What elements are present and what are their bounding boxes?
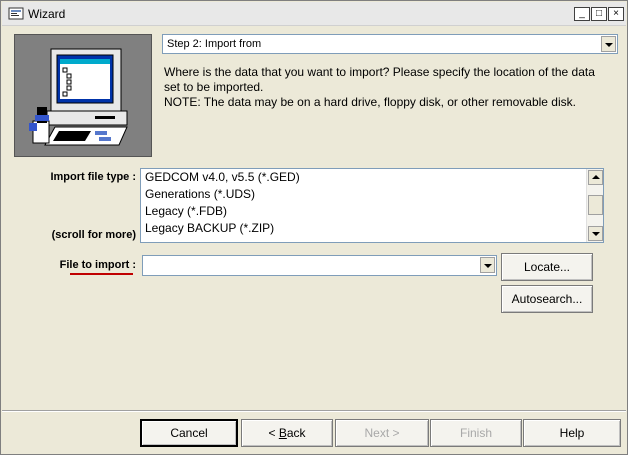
computer-illustration-icon xyxy=(29,48,128,146)
title-bar[interactable]: Wizard _ □ × xyxy=(2,2,626,26)
window-title: Wizard xyxy=(28,7,66,21)
close-icon: × xyxy=(613,8,619,19)
instructions: Where is the data that you want to impor… xyxy=(164,65,614,110)
footer-divider xyxy=(2,410,626,412)
instructions-text: Where is the data that you want to impor… xyxy=(164,65,595,94)
scroll-down-icon[interactable] xyxy=(588,226,603,241)
step-dropdown-value: Step 2: Import from xyxy=(167,38,262,50)
help-button[interactable]: Help xyxy=(523,419,621,447)
minimize-icon: _ xyxy=(579,8,585,19)
back-rest: ack xyxy=(286,426,306,440)
cancel-button[interactable]: Cancel xyxy=(140,419,238,447)
autosearch-button[interactable]: Autosearch... xyxy=(501,285,593,313)
back-hotkey: B xyxy=(278,426,287,440)
label-underline xyxy=(70,273,133,275)
chevron-down-icon[interactable] xyxy=(601,36,616,52)
list-item[interactable]: GEDCOM v4.0, v5.5 (*.GED) xyxy=(141,169,603,186)
wizard-window: Wizard _ □ × Step 2: Import from Where i… xyxy=(0,0,628,455)
finish-button[interactable]: Finish xyxy=(430,419,522,447)
file-to-import-combo[interactable] xyxy=(142,255,497,276)
next-button[interactable]: Next > xyxy=(335,419,429,447)
file-to-import-label: File to import : xyxy=(59,259,136,271)
maximize-button[interactable]: □ xyxy=(591,7,607,21)
step-dropdown[interactable]: Step 2: Import from xyxy=(162,34,618,54)
scroll-hint-label: (scroll for more) xyxy=(51,229,136,241)
instructions-note: NOTE: The data may be on a hard drive, f… xyxy=(164,95,576,109)
locate-button[interactable]: Locate... xyxy=(501,253,593,281)
list-item[interactable]: Legacy (*.FDB) xyxy=(141,203,603,220)
list-item[interactable]: Legacy BACKUP (*.ZIP) xyxy=(141,220,603,237)
list-item[interactable]: Generations (*.UDS) xyxy=(141,186,603,203)
chevron-down-icon[interactable] xyxy=(480,257,495,273)
wizard-illustration xyxy=(14,34,152,157)
scroll-up-icon[interactable] xyxy=(588,170,603,185)
minimize-button[interactable]: _ xyxy=(574,7,590,21)
scroll-thumb[interactable] xyxy=(588,195,603,215)
back-prefix: < xyxy=(268,426,279,440)
wizard-app-icon xyxy=(8,7,24,20)
close-button[interactable]: × xyxy=(608,7,624,21)
import-file-type-list[interactable]: GEDCOM v4.0, v5.5 (*.GED) Generations (*… xyxy=(140,168,604,243)
list-scrollbar[interactable] xyxy=(586,169,603,242)
maximize-icon: □ xyxy=(595,8,603,19)
back-button[interactable]: < Back xyxy=(241,419,333,447)
import-file-type-label: Import file type : xyxy=(50,171,136,183)
